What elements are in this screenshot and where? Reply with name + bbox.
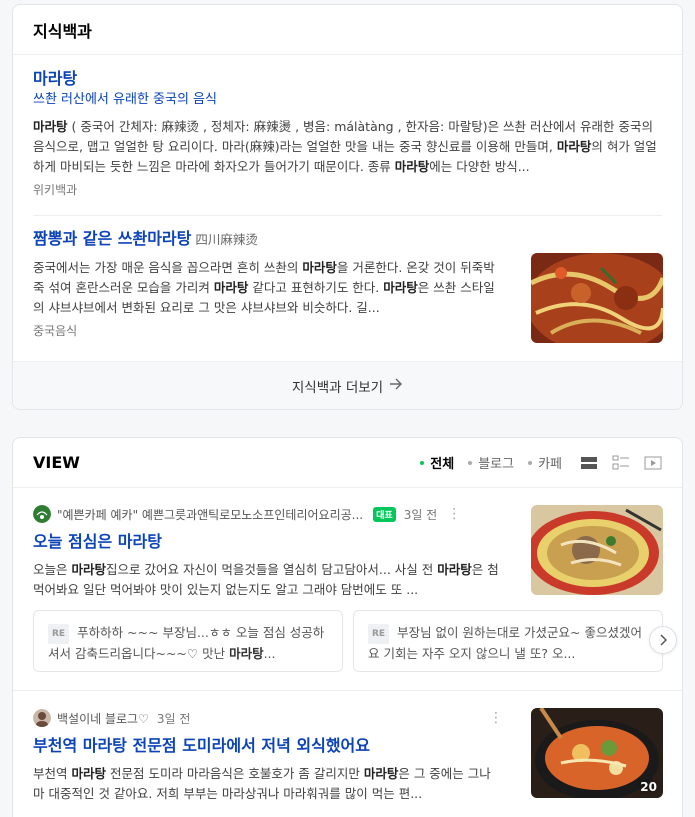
post-time: 3일 전 <box>156 711 191 726</box>
more-options-icon[interactable]: ⋮ <box>447 506 461 522</box>
entry-title[interactable]: 짬뽕과 같은 쓰촨마라탕 四川麻辣烫 <box>33 229 502 250</box>
cafe-avatar[interactable] <box>33 505 51 523</box>
entry-source[interactable]: 중국음식 <box>33 322 502 340</box>
reply-tag: RE <box>368 624 390 644</box>
knowledge-more-button[interactable]: 지식백과 더보기 <box>13 361 682 409</box>
post-author[interactable]: 백설이네 블로그♡ <box>57 710 149 727</box>
entry-description: 마라탕 ( 중국어 간체자: 麻辣烫 , 정체자: 麻辣燙 , 병음: málà… <box>33 119 657 174</box>
post-meta: "예쁜카페 예카" 예쁜그릇과앤틱로모노소프인테리어요리공... 대표 3일 전… <box>33 504 502 524</box>
post-thumbnail[interactable]: 20 <box>531 708 663 798</box>
malatang-thumbnail[interactable] <box>531 253 663 343</box>
more-options-icon[interactable]: ⋮ <box>489 710 503 726</box>
view-panel: VIEW 전체 블로그 카페 "예쁜카페 예카" 예쁜그릇과앤틱로모노소프인테리… <box>12 437 683 817</box>
post-time: 3일 전 <box>403 507 438 522</box>
knowledge-title: 지식백과 <box>33 21 92 41</box>
view-filters: 전체 블로그 카페 <box>420 453 562 472</box>
post-thumbnail[interactable] <box>531 505 663 595</box>
entry-source[interactable]: 위키백과 <box>33 181 662 199</box>
entry-hanja: 四川麻辣烫 <box>195 232 258 247</box>
knowledge-entry: 짬뽕과 같은 쓰촨마라탕 四川麻辣烫 중국에서는 가장 매운 음식을 꼽으라면 흔… <box>33 229 502 340</box>
filter-cafe[interactable]: 카페 <box>528 453 562 472</box>
view-title: VIEW <box>33 453 80 472</box>
entry-subtitle[interactable]: 쓰촨 러산에서 유래한 중국의 음식 <box>33 91 662 109</box>
post-title[interactable]: 오늘 점심은 마라탕 <box>33 532 502 552</box>
entry-title[interactable]: 마라탕 <box>33 69 662 89</box>
divider <box>33 215 662 216</box>
list-view-icon[interactable] <box>580 455 598 471</box>
entry-description: 중국에서는 가장 매운 음식을 꼽으라면 흔히 쓰촨의 마라탕을 거론한다. 온… <box>33 260 495 315</box>
view-post: 백설이네 블로그♡ 3일 전 ⋮ 부천역 마라탕 전문점 도미라에서 저녁 외식… <box>33 708 503 804</box>
reply-tag: RE <box>48 624 70 644</box>
video-view-icon[interactable] <box>644 455 662 471</box>
post-author[interactable]: "예쁜카페 예카" 예쁜그릇과앤틱로모노소프인테리어요리공... <box>57 506 363 523</box>
view-post: "예쁜카페 예카" 예쁜그릇과앤틱로모노소프인테리어요리공... 대표 3일 전… <box>33 504 502 600</box>
knowledge-panel: 지식백과 마라탕 쓰촨 러산에서 유래한 중국의 음식 마라탕 ( 중국어 간체… <box>12 4 683 410</box>
post-description: 부천역 마라탕 전문점 도미라 마라음식은 호불호가 좀 갈리지만 마라탕은 그… <box>33 766 491 801</box>
chevron-right-icon[interactable] <box>649 626 677 654</box>
image-count: 20 <box>640 780 657 794</box>
divider <box>13 690 682 691</box>
view-mode-icons <box>580 455 662 471</box>
arrow-right-icon <box>389 378 403 394</box>
blog-avatar[interactable] <box>33 709 51 727</box>
post-description: 오늘은 마라탕집으로 갔어요 자신이 먹을것들을 열심히 담고담아서... 사실… <box>33 562 499 597</box>
comment-preview[interactable]: RE 푸하하하 ~~~ 부장님...ㅎㅎ 오늘 점심 성공하셔서 감축드리옵니다~… <box>33 610 343 672</box>
knowledge-entry: 마라탕 쓰촨 러산에서 유래한 중국의 음식 마라탕 ( 중국어 간체자: 麻辣… <box>33 69 662 199</box>
filter-blog[interactable]: 블로그 <box>468 453 514 472</box>
view-header: VIEW 전체 블로그 카페 <box>13 438 682 488</box>
post-meta: 백설이네 블로그♡ 3일 전 ⋮ <box>33 708 503 728</box>
filter-all[interactable]: 전체 <box>420 453 454 472</box>
more-label: 지식백과 더보기 <box>291 379 384 396</box>
comment-preview[interactable]: RE 부장님 없이 원하는대로 가셨군요~ 좋으셨겠어요 기회는 자주 오지 않으… <box>353 610 663 672</box>
post-title[interactable]: 부천역 마라탕 전문점 도미라에서 저녁 외식했어요 <box>33 736 502 756</box>
knowledge-header: 지식백과 <box>13 5 682 55</box>
thumbnail-view-icon[interactable] <box>612 455 630 471</box>
representative-badge: 대표 <box>373 506 396 522</box>
